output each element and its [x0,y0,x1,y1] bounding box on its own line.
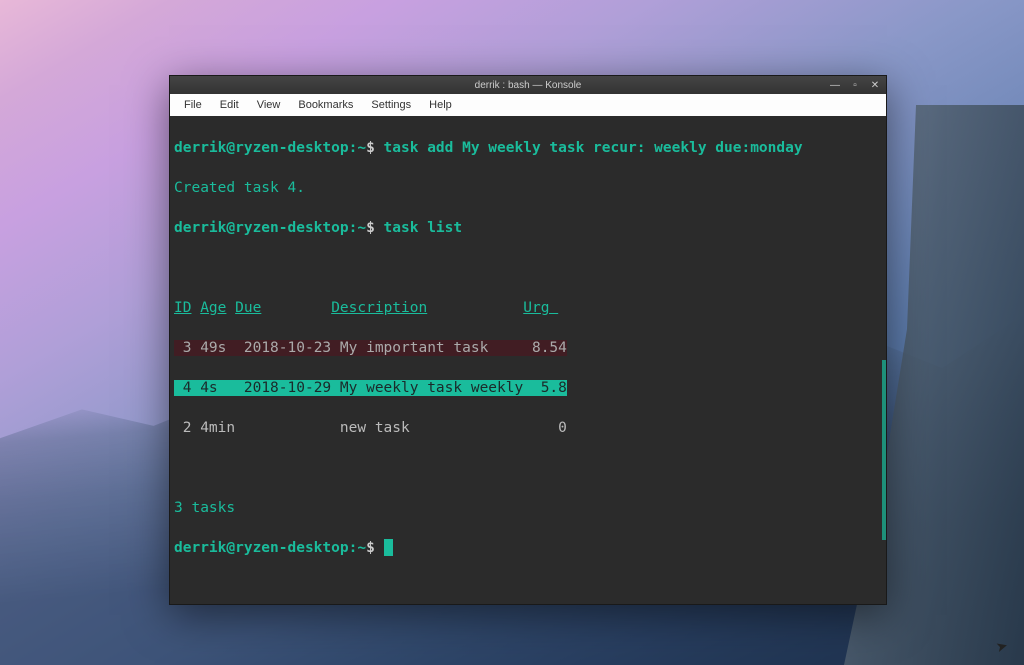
command-2: task list [384,220,463,236]
prompt-line-2: derrik@ryzen-desktop:~$ task list [174,218,882,238]
menu-file[interactable]: File [176,97,210,113]
output-created: Created task 4. [174,178,882,198]
summary-line: 3 tasks [174,498,882,518]
menu-view[interactable]: View [249,97,289,113]
prompt-userhost: derrik@ryzen-desktop [174,140,349,156]
menubar: File Edit View Bookmarks Settings Help [170,94,886,116]
table-headers: ID Age Due Description Urg [174,298,882,318]
terminal-cursor [384,539,393,556]
prompt-line-3: derrik@ryzen-desktop:~$ [174,538,882,558]
maximize-button[interactable]: ▫ [848,78,862,92]
table-row: 2 4min new task 0 [174,418,882,438]
menu-settings[interactable]: Settings [363,97,419,113]
blank-line [174,458,882,478]
menu-help[interactable]: Help [421,97,460,113]
window-title: derrik : bash — Konsole [475,80,582,91]
titlebar[interactable]: derrik : bash — Konsole — ▫ ✕ [170,76,886,94]
konsole-window: derrik : bash — Konsole — ▫ ✕ File Edit … [169,75,887,605]
minimize-button[interactable]: — [828,78,842,92]
window-controls: — ▫ ✕ [828,76,882,94]
close-button[interactable]: ✕ [868,78,882,92]
command-1: task add My weekly task recur: weekly du… [384,140,803,156]
terminal-viewport[interactable]: derrik@ryzen-desktop:~$ task add My week… [170,116,886,604]
table-row: 4 4s 2018-10-29 My weekly task weekly 5.… [174,378,882,398]
prompt-line-1: derrik@ryzen-desktop:~$ task add My week… [174,138,882,158]
scrollbar[interactable] [880,116,886,604]
scroll-thumb[interactable] [882,360,886,540]
menu-edit[interactable]: Edit [212,97,247,113]
blank-line [174,258,882,278]
table-row: 3 49s 2018-10-23 My important task 8.54 [174,338,882,358]
menu-bookmarks[interactable]: Bookmarks [290,97,361,113]
